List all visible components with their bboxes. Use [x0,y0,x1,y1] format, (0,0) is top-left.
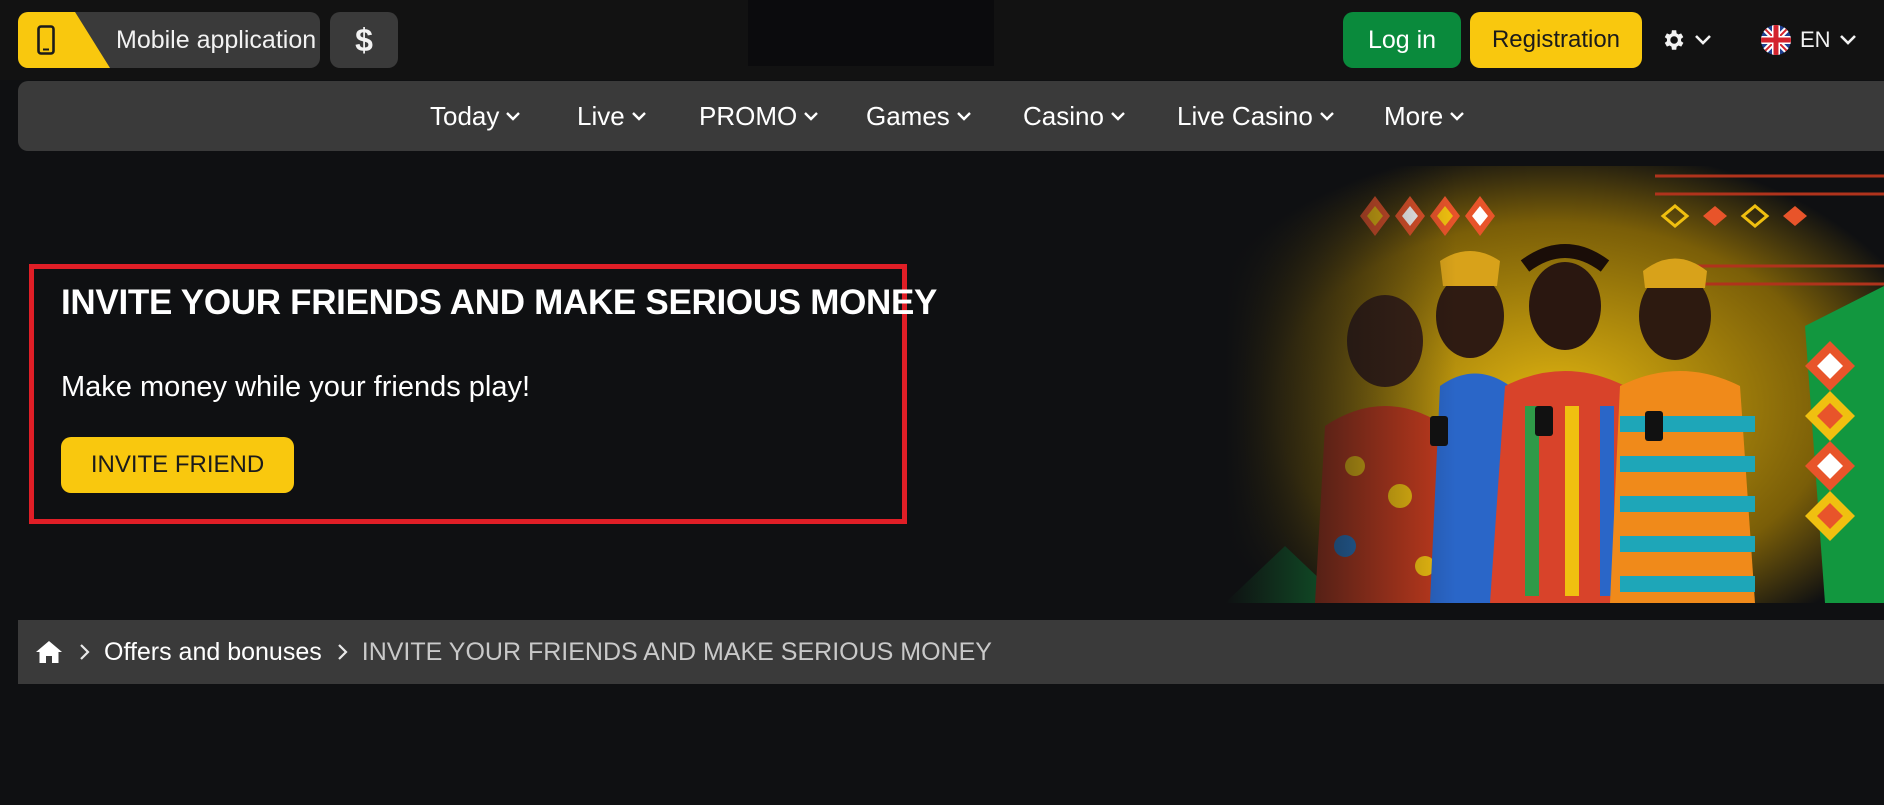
invite-friend-button[interactable]: INVITE FRIEND [61,437,294,493]
nav-item-today[interactable]: Today [430,81,521,151]
nav-item-label: Today [430,100,500,131]
chevron-down-icon [1695,35,1711,45]
phone-icon [37,25,55,55]
chevron-down-icon [956,112,971,121]
registration-button[interactable]: Registration [1470,12,1642,68]
login-button[interactable]: Log in [1343,12,1461,68]
header-logo-placeholder [748,0,994,66]
dollar-icon: $ [355,21,373,58]
promo-title: INVITE YOUR FRIENDS AND MAKE SERIOUS MON… [61,283,938,322]
uk-flag-icon [1761,25,1791,55]
nav-item-live[interactable]: Live [577,81,647,151]
promo-highlight-box: INVITE YOUR FRIENDS AND MAKE SERIOUS MON… [29,264,937,524]
nav-item-label: Games [866,100,950,131]
chevron-down-icon [1320,112,1334,121]
nav-item-label: Casino [1023,100,1104,131]
top-bar: Mobile application $ Log in Registration [0,0,1884,80]
home-icon[interactable] [34,639,64,665]
chevron-down-icon [1450,112,1465,121]
promo-hero: INVITE YOUR FRIENDS AND MAKE SERIOUS MON… [0,166,1884,603]
chevron-down-icon [631,112,646,121]
nav-item-promo[interactable]: PROMO [699,81,819,151]
nav-item-label: Live Casino [1177,100,1313,131]
people-with-phones-illustration [1225,166,1884,603]
nav-item-label: More [1384,100,1444,131]
phone-icon-area [18,12,110,68]
chevron-down-icon [506,112,521,121]
main-navigation: Today Live PROMO Games Casino Live Casin… [18,81,1884,151]
mobile-application-label: Mobile application [116,25,317,54]
nav-item-casino[interactable]: Casino [1023,81,1126,151]
nav-item-more[interactable]: More [1384,81,1465,151]
settings-dropdown[interactable] [1660,22,1712,58]
breadcrumb-current: INVITE YOUR FRIENDS AND MAKE SERIOUS MON… [361,637,992,666]
language-code: EN [1800,27,1831,52]
language-dropdown[interactable]: EN [1760,22,1857,58]
nav-item-label: PROMO [699,100,798,131]
nav-item-games[interactable]: Games [866,81,972,151]
nav-item-live-casino[interactable]: Live Casino [1177,81,1335,151]
nav-item-label: Live [577,100,625,131]
breadcrumb-offers-link[interactable]: Offers and bonuses [104,638,322,667]
chevron-down-icon [1111,112,1125,121]
promo-subtitle: Make money while your friends play! [61,371,531,403]
gear-icon [1664,30,1684,50]
chevron-down-icon [804,112,819,121]
currency-button[interactable]: $ [330,12,398,68]
hero-illustration [1225,166,1884,603]
chevron-right-icon [78,643,90,661]
chevron-right-icon [336,643,348,661]
breadcrumb: Offers and bonuses INVITE YOUR FRIENDS A… [18,620,1884,684]
mobile-application-button[interactable]: Mobile application [18,12,320,68]
chevron-down-icon [1839,35,1856,45]
